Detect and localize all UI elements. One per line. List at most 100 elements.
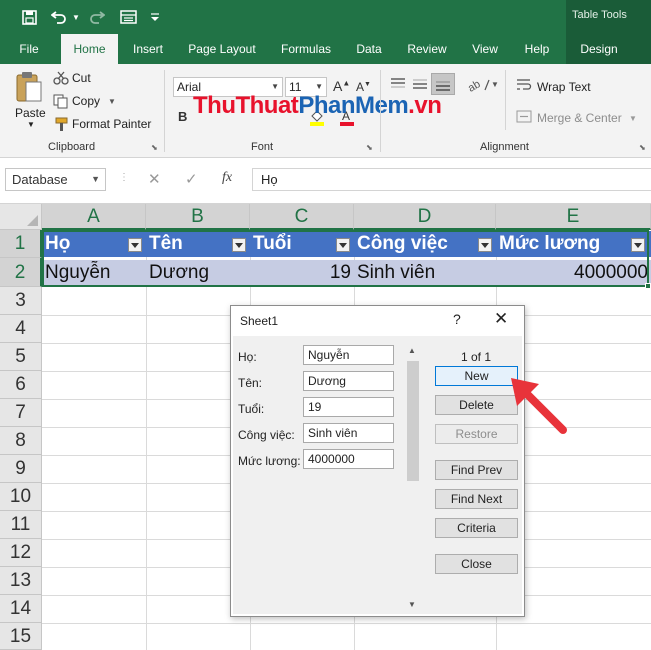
align-middle-icon[interactable] — [411, 76, 429, 95]
tab-page-layout[interactable]: Page Layout — [183, 34, 261, 64]
save-icon[interactable] — [18, 6, 40, 28]
data-form-dialog: Sheet1 ? ✕ Họ: Nguyễn Tên: Dương Tuổi: 1… — [230, 305, 525, 617]
row-header-13[interactable]: 13 — [0, 567, 42, 595]
format-painter-icon[interactable] — [53, 117, 69, 135]
merge-center-icon[interactable] — [516, 109, 532, 127]
wrap-text-button[interactable]: Wrap Text — [537, 80, 591, 94]
form-icon[interactable] — [117, 6, 139, 28]
scroll-down-icon[interactable]: ▼ — [408, 600, 416, 609]
row-header-2[interactable]: 2 — [0, 258, 42, 287]
field-label-tuoi: Tuổi: — [238, 402, 265, 416]
confirm-entry-icon[interactable]: ✓ — [185, 170, 198, 188]
paste-dropdown-icon[interactable]: ▼ — [27, 120, 35, 129]
name-box[interactable]: Database ▼ — [5, 168, 106, 191]
merge-dropdown-icon[interactable]: ▼ — [629, 114, 637, 123]
cancel-entry-icon[interactable]: ✕ — [148, 170, 161, 188]
gridline — [146, 230, 147, 650]
row-header-11[interactable]: 11 — [0, 511, 42, 539]
wrap-text-icon[interactable] — [516, 77, 532, 95]
cut-button[interactable]: Cut — [72, 71, 91, 85]
group-separator — [164, 70, 165, 152]
group-separator — [505, 70, 506, 130]
name-box-value: Database — [12, 172, 68, 187]
scroll-up-icon[interactable]: ▲ — [408, 346, 416, 355]
watermark-logo: ThuThuatPhanMem.vn — [193, 92, 442, 120]
record-scrollbar[interactable]: ▲ ▼ — [405, 346, 421, 611]
formula-bar: Database ▼ ⋮ ✕ ✓ fx Họ — [0, 158, 651, 204]
row-header-6[interactable]: 6 — [0, 371, 42, 399]
row-header-14[interactable]: 14 — [0, 595, 42, 623]
row-header-15[interactable]: 15 — [0, 623, 42, 650]
orientation-icon[interactable]: ab — [466, 76, 491, 97]
field-input-ho[interactable]: Nguyễn — [303, 345, 394, 365]
font-launcher-icon[interactable]: ⬊ — [366, 143, 373, 152]
row-header-9[interactable]: 9 — [0, 455, 42, 483]
tab-insert[interactable]: Insert — [127, 34, 169, 64]
undo-dropdown-icon[interactable]: ▼ — [70, 6, 82, 28]
tab-formulas[interactable]: Formulas — [275, 34, 337, 64]
alignment-launcher-icon[interactable]: ⬊ — [639, 143, 646, 152]
ribbon: Paste ▼ Cut Copy ▼ Format Painter Clipbo… — [0, 64, 651, 158]
cut-icon[interactable] — [53, 71, 69, 88]
row-header-4[interactable]: 4 — [0, 315, 42, 343]
title-bar: ▼ Table Tools — [0, 0, 651, 34]
find-prev-button[interactable]: Find Prev — [435, 460, 518, 480]
paste-icon[interactable] — [14, 70, 44, 107]
row-header-3[interactable]: 3 — [0, 287, 42, 315]
tab-data[interactable]: Data — [349, 34, 389, 64]
ribbon-tabs: File Home Insert Page Layout Formulas Da… — [0, 34, 651, 64]
close-button[interactable]: Close — [435, 554, 518, 574]
field-input-muc-luong[interactable]: 4000000 — [303, 449, 394, 469]
column-header-c[interactable]: C — [250, 204, 354, 230]
help-button[interactable]: ? — [453, 311, 461, 327]
watermark-part2: PhanMem — [298, 92, 409, 119]
row-header-5[interactable]: 5 — [0, 343, 42, 371]
clipboard-launcher-icon[interactable]: ⬊ — [151, 143, 158, 152]
customize-toolbar-icon[interactable] — [148, 6, 162, 28]
criteria-button[interactable]: Criteria — [435, 518, 518, 538]
copy-button[interactable]: Copy — [72, 94, 100, 108]
field-input-tuoi[interactable]: 19 — [303, 397, 394, 417]
row-header-8[interactable]: 8 — [0, 427, 42, 455]
formula-input[interactable]: Họ — [252, 168, 651, 191]
column-header-d[interactable]: D — [354, 204, 496, 230]
row-header-1[interactable]: 1 — [0, 230, 42, 258]
tab-home[interactable]: Home — [61, 34, 118, 64]
field-label-ten: Tên: — [238, 376, 263, 390]
format-painter-button[interactable]: Format Painter — [72, 117, 151, 131]
tab-file[interactable]: File — [11, 34, 47, 64]
row-header-10[interactable]: 10 — [0, 483, 42, 511]
undo-icon[interactable] — [48, 6, 70, 28]
merge-center-button[interactable]: Merge & Center — [537, 111, 622, 125]
column-header-b[interactable]: B — [146, 204, 250, 230]
fill-handle[interactable] — [645, 283, 651, 289]
column-header-e[interactable]: E — [496, 204, 651, 230]
field-label-cong-viec: Công việc: — [238, 428, 295, 442]
select-all-button[interactable] — [0, 204, 42, 230]
copy-icon[interactable] — [53, 94, 69, 112]
annotation-arrow-icon — [505, 372, 575, 442]
copy-dropdown-icon[interactable]: ▼ — [108, 97, 116, 106]
find-next-button[interactable]: Find Next — [435, 489, 518, 509]
tab-help[interactable]: Help — [518, 34, 556, 64]
orientation-dropdown-icon[interactable]: ▼ — [491, 80, 499, 89]
field-input-cong-viec[interactable]: Sinh viên — [303, 423, 394, 443]
align-bottom-icon[interactable] — [431, 73, 455, 95]
bold-button[interactable]: B — [178, 109, 187, 124]
redo-icon[interactable] — [86, 6, 108, 28]
align-top-icon[interactable] — [389, 76, 407, 95]
tab-design[interactable]: Design — [574, 34, 624, 64]
tab-review[interactable]: Review — [402, 34, 452, 64]
row-header-12[interactable]: 12 — [0, 539, 42, 567]
paste-button[interactable]: Paste — [15, 106, 46, 120]
scrollbar-thumb[interactable] — [407, 361, 419, 481]
field-input-ten[interactable]: Dương — [303, 371, 394, 391]
formula-bar-grip-icon: ⋮ — [119, 172, 129, 183]
column-header-a[interactable]: A — [42, 204, 146, 230]
chevron-down-icon[interactable]: ▼ — [91, 169, 100, 190]
row-header-7[interactable]: 7 — [0, 399, 42, 427]
dialog-close-button[interactable]: ✕ — [494, 309, 508, 329]
tab-view[interactable]: View — [465, 34, 505, 64]
insert-function-icon[interactable]: fx — [222, 170, 232, 186]
dialog-body: Họ: Nguyễn Tên: Dương Tuổi: 19 Công việc… — [233, 336, 522, 614]
